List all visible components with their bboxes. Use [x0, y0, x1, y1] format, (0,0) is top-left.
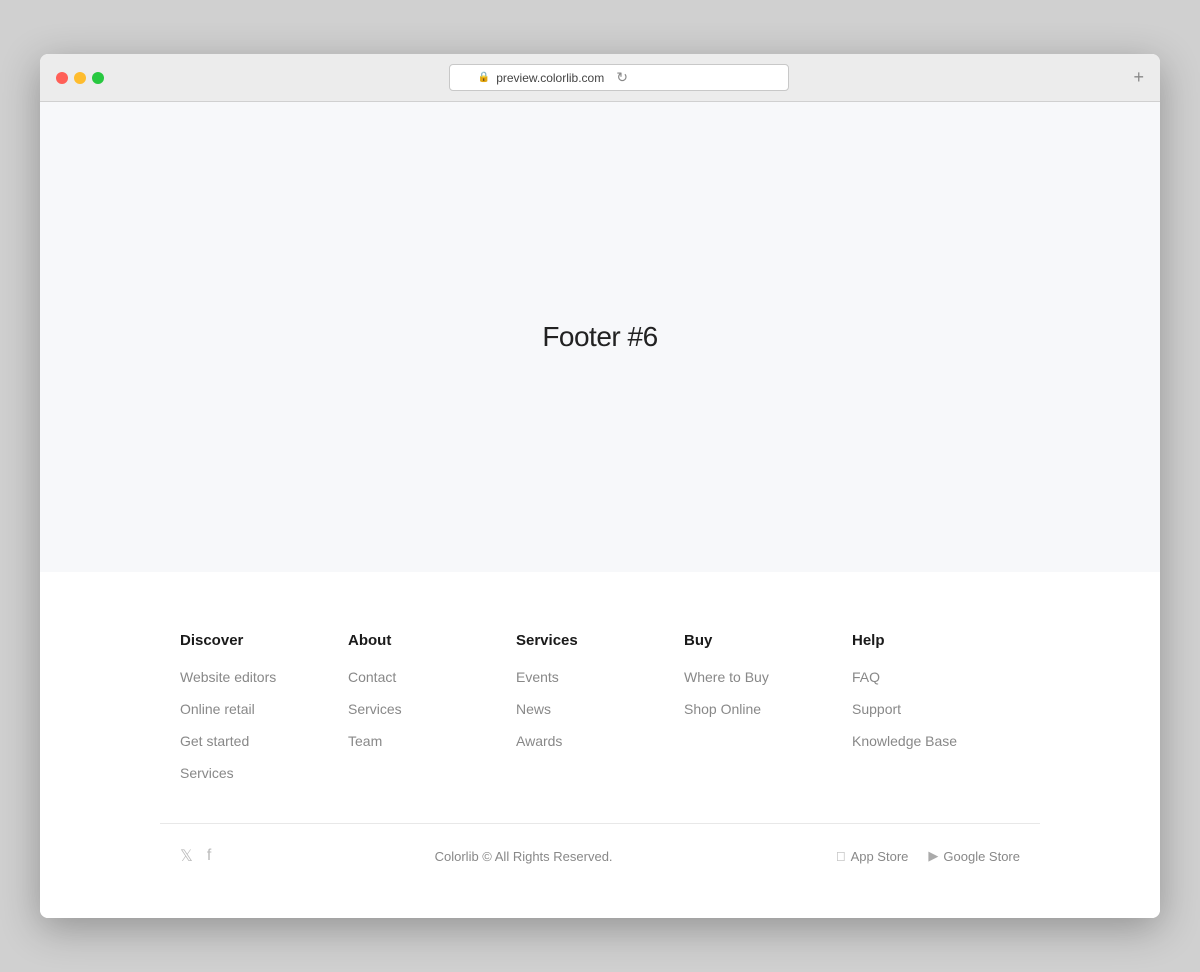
discover-get-started-link[interactable]: Get started	[180, 733, 249, 749]
fullscreen-button[interactable]	[92, 72, 104, 84]
buy-where-to-buy-link[interactable]: Where to Buy	[684, 669, 769, 685]
footer-col-title-services: Services	[516, 632, 684, 649]
footer-col-title-buy: Buy	[684, 632, 852, 649]
footer-col-about: About Contact Services Team	[348, 632, 516, 783]
footer-col-discover: Discover Website editors Online retail G…	[180, 632, 348, 783]
discover-online-retail-link[interactable]: Online retail	[180, 701, 255, 717]
address-bar-container: 🔒 preview.colorlib.com ↻	[116, 64, 1121, 91]
footer-col-links-help: FAQ Support Knowledge Base	[852, 669, 1020, 751]
buy-shop-online-link[interactable]: Shop Online	[684, 701, 761, 717]
discover-services-link[interactable]: Services	[180, 765, 234, 781]
list-item: Events	[516, 669, 684, 687]
footer-stores:  App Store ▶ Google Store	[836, 848, 1020, 864]
list-item: Website editors	[180, 669, 348, 687]
services-news-link[interactable]: News	[516, 701, 551, 717]
url-text: preview.colorlib.com	[496, 71, 604, 85]
list-item: Where to Buy	[684, 669, 852, 687]
list-item: FAQ	[852, 669, 1020, 687]
footer-copyright: Colorlib © All Rights Reserved.	[435, 849, 613, 864]
footer-col-title-discover: Discover	[180, 632, 348, 649]
footer-col-links-discover: Website editors Online retail Get starte…	[180, 669, 348, 783]
about-services-link[interactable]: Services	[348, 701, 402, 717]
footer-col-title-about: About	[348, 632, 516, 649]
play-icon: ▶	[928, 848, 938, 864]
page-main-area: Footer #6	[40, 102, 1160, 572]
footer: Discover Website editors Online retail G…	[40, 572, 1160, 918]
list-item: Team	[348, 733, 516, 751]
new-tab-button[interactable]: +	[1133, 67, 1144, 88]
list-item: Get started	[180, 733, 348, 751]
list-item: Support	[852, 701, 1020, 719]
list-item: Knowledge Base	[852, 733, 1020, 751]
about-contact-link[interactable]: Contact	[348, 669, 396, 685]
footer-bottom: 𝕏 f Colorlib © All Rights Reserved.  Ap…	[160, 824, 1040, 888]
google-store-link[interactable]: ▶ Google Store	[928, 848, 1020, 864]
footer-col-buy: Buy Where to Buy Shop Online	[684, 632, 852, 783]
address-bar[interactable]: 🔒 preview.colorlib.com ↻	[449, 64, 789, 91]
footer-nav: Discover Website editors Online retail G…	[160, 632, 1040, 783]
help-support-link[interactable]: Support	[852, 701, 901, 717]
google-store-label: Google Store	[943, 849, 1020, 864]
footer-col-links-about: Contact Services Team	[348, 669, 516, 751]
help-faq-link[interactable]: FAQ	[852, 669, 880, 685]
browser-chrome: 🔒 preview.colorlib.com ↻ +	[40, 54, 1160, 102]
twitter-icon[interactable]: 𝕏	[180, 846, 193, 866]
footer-col-title-help: Help	[852, 632, 1020, 649]
footer-social: 𝕏 f	[180, 846, 211, 866]
browser-window: 🔒 preview.colorlib.com ↻ + Footer #6 Dis…	[40, 54, 1160, 918]
discover-website-editors-link[interactable]: Website editors	[180, 669, 276, 685]
minimize-button[interactable]	[74, 72, 86, 84]
app-store-label: App Store	[851, 849, 909, 864]
app-store-link[interactable]:  App Store	[836, 849, 909, 864]
footer-col-help: Help FAQ Support Knowledge Base	[852, 632, 1020, 783]
services-events-link[interactable]: Events	[516, 669, 559, 685]
footer-col-services: Services Events News Awards	[516, 632, 684, 783]
footer-col-links-buy: Where to Buy Shop Online	[684, 669, 852, 719]
list-item: Shop Online	[684, 701, 852, 719]
page-title: Footer #6	[542, 321, 657, 353]
lock-icon: 🔒	[478, 72, 490, 83]
list-item: Contact	[348, 669, 516, 687]
list-item: Services	[348, 701, 516, 719]
footer-col-links-services: Events News Awards	[516, 669, 684, 751]
list-item: Awards	[516, 733, 684, 751]
help-knowledge-base-link[interactable]: Knowledge Base	[852, 733, 957, 749]
footer-bottom-wrapper: 𝕏 f Colorlib © All Rights Reserved.  Ap…	[40, 824, 1160, 918]
apple-icon: 	[836, 849, 846, 864]
traffic-lights	[56, 72, 104, 84]
facebook-icon[interactable]: f	[207, 847, 211, 865]
list-item: News	[516, 701, 684, 719]
list-item: Online retail	[180, 701, 348, 719]
refresh-button[interactable]: ↻	[616, 69, 628, 86]
services-awards-link[interactable]: Awards	[516, 733, 562, 749]
close-button[interactable]	[56, 72, 68, 84]
list-item: Services	[180, 765, 348, 783]
about-team-link[interactable]: Team	[348, 733, 382, 749]
